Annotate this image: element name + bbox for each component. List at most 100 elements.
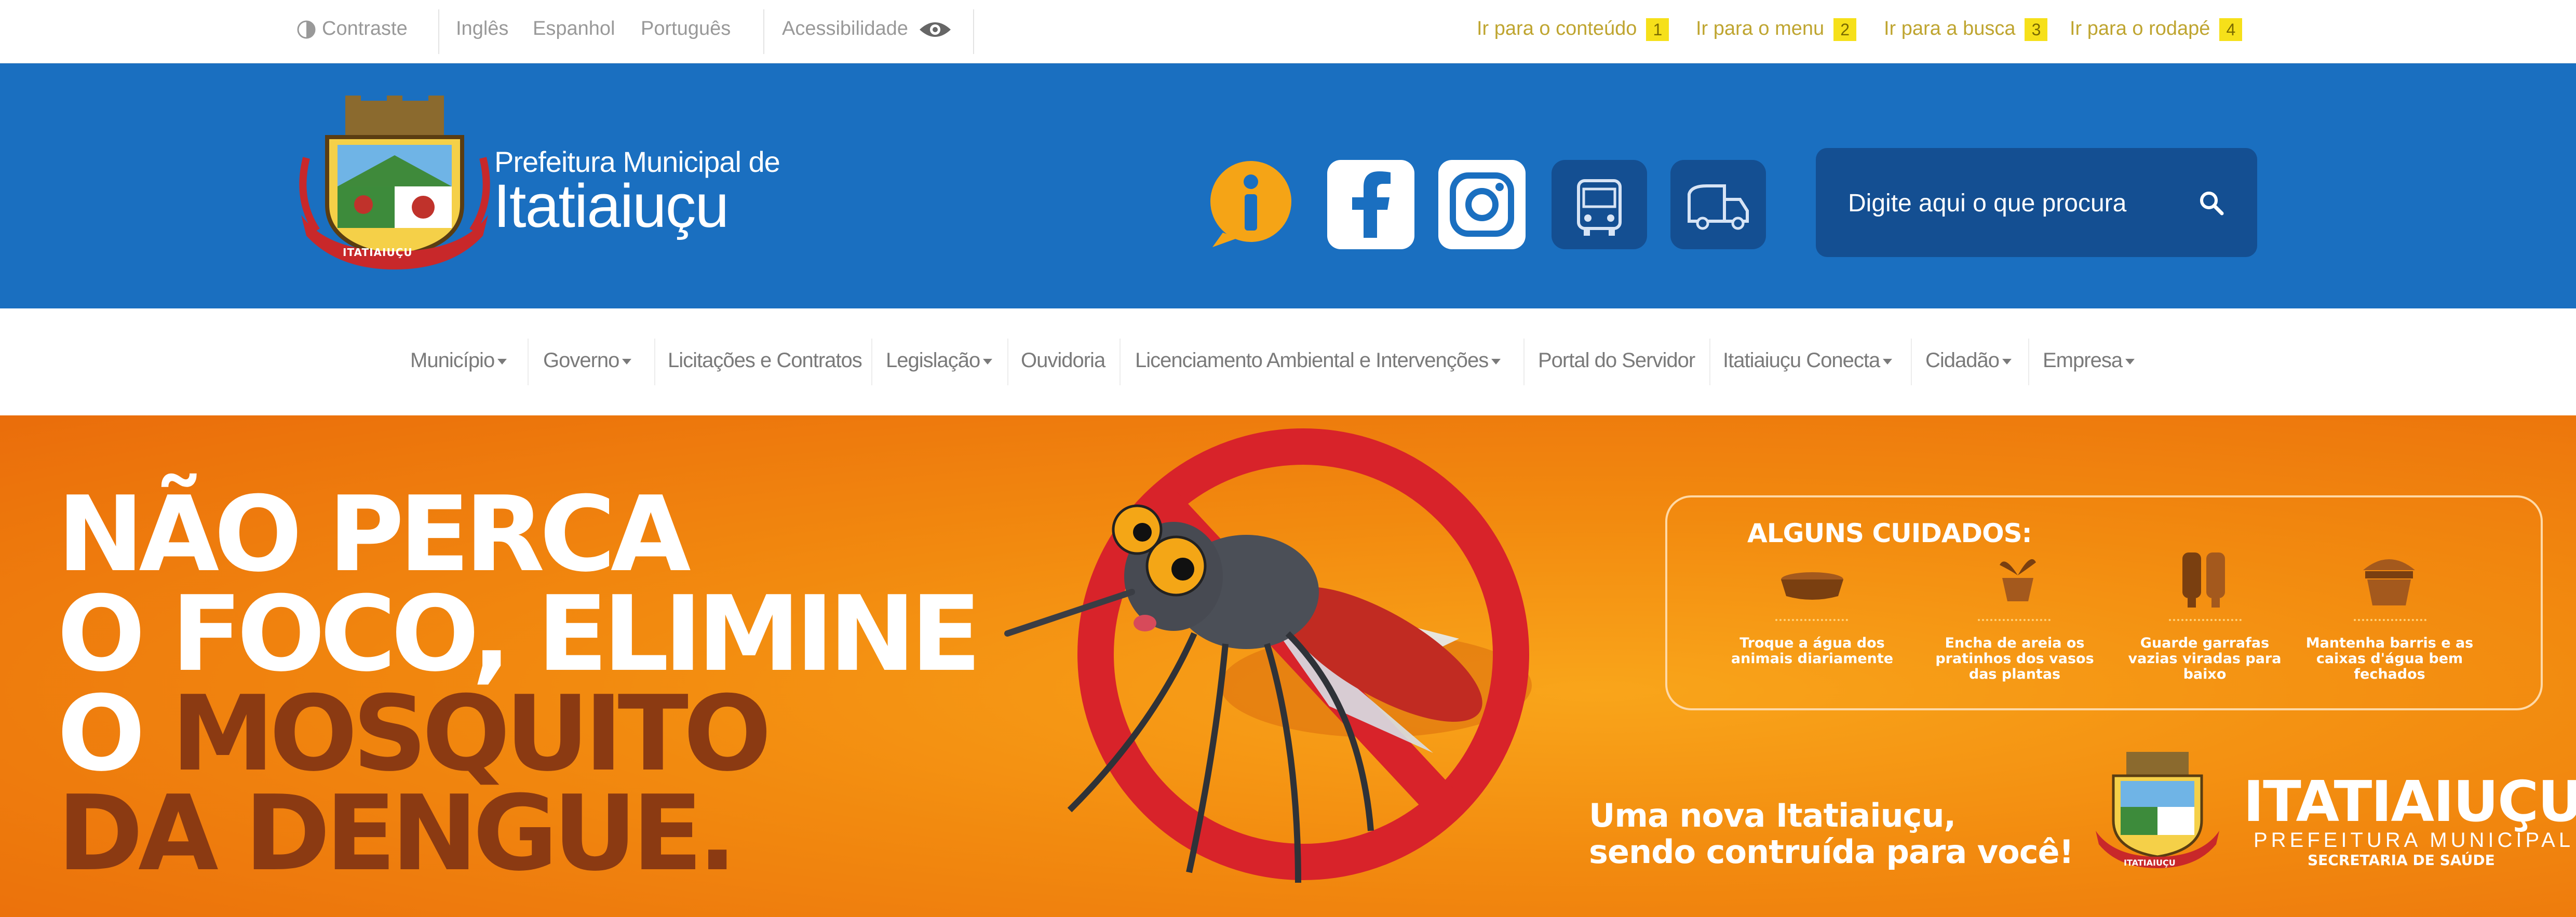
contrast-icon — [297, 20, 316, 39]
divider — [1523, 339, 1525, 385]
facebook-button[interactable] — [1327, 160, 1414, 249]
nav-item-portal-servidor[interactable]: Portal do Servidor — [1538, 349, 1695, 372]
care-tip-1-text: Troque a água dos animais diariamente — [1731, 635, 1894, 667]
skip-to-content-link[interactable]: Ir para o conteúdo 1 — [1477, 16, 1681, 42]
headline-line-3: O MOSQUITO — [57, 673, 772, 794]
info-icon — [1210, 161, 1291, 247]
nav-item-governo[interactable]: Governo — [543, 349, 632, 372]
water-bowl-icon — [1781, 572, 1843, 600]
instagram-button[interactable] — [1438, 160, 1526, 249]
divider — [1007, 339, 1008, 385]
care-tip-3-text: Guarde garrafas vazias viradas para baix… — [2128, 635, 2282, 682]
nav-item-cidadao[interactable]: Cidadão — [1925, 349, 2012, 372]
accessibility-label: Acessibilidade — [782, 18, 908, 39]
access-key-2: 2 — [1833, 18, 1857, 41]
nav-item-ouvidoria[interactable]: Ouvidoria — [1021, 349, 1105, 372]
municipal-crest-small-logo — [2096, 752, 2219, 868]
divider — [2354, 619, 2426, 621]
divider — [1120, 339, 1121, 385]
skip-label: Ir para o menu — [1696, 18, 1825, 39]
caret-down-icon — [983, 358, 993, 365]
nav-label: Ouvidoria — [1021, 349, 1105, 372]
divider — [1775, 619, 1848, 621]
divider — [1978, 619, 2051, 621]
nav-item-licenciamento[interactable]: Licenciamento Ambiental e Intervenções — [1135, 349, 1501, 372]
nav-label: Empresa — [2043, 349, 2123, 372]
headline-line-4: DA DENGUE. — [57, 773, 737, 894]
slogan-line-1: Uma nova Itatiaiuçu, — [1589, 797, 1956, 834]
caret-down-icon — [2125, 358, 2135, 365]
divider — [1709, 339, 1710, 385]
divider — [973, 9, 974, 54]
search-input[interactable] — [1847, 187, 2169, 219]
care-tip-2-text: Encha de areia os pratinhos dos vasos da… — [1935, 635, 2094, 682]
brand-department: SECRETARIA DE SAÚDE — [2308, 852, 2495, 869]
site-header: ITATIAIUÇU Prefeitura Municipal de Itati… — [0, 63, 2576, 308]
access-key-3: 3 — [2025, 18, 2048, 41]
logo-title-line2: Itatiaiuçu — [493, 172, 729, 240]
care-tips-title: ALGUNS CUIDADOS: — [1747, 518, 2032, 548]
nav-item-itatiaiucu-conecta[interactable]: Itatiaiuçu Conecta — [1723, 349, 1893, 372]
skip-to-menu-link[interactable]: Ir para o menu 2 — [1696, 16, 1869, 42]
care-tips-box: ALGUNS CUIDADOS: Troque a água dos anima… — [1665, 495, 2543, 710]
access-key-4: 4 — [2219, 18, 2243, 41]
nav-label: Governo — [543, 349, 619, 372]
nav-label: Legislação — [886, 349, 980, 372]
divider — [438, 9, 439, 54]
divider — [1911, 339, 1912, 385]
barrel-icon — [2363, 559, 2415, 605]
truck-button[interactable] — [1670, 160, 1766, 249]
facebook-icon — [1352, 171, 1391, 238]
instagram-icon — [1450, 172, 1514, 237]
brand-subtitle: PREFEITURA MUNICIPAL — [2254, 829, 2574, 852]
headline-line-1: NÃO PERCA — [57, 474, 691, 595]
nav-item-licitacoes[interactable]: Licitações e Contratos — [668, 349, 862, 372]
nav-label: Portal do Servidor — [1538, 349, 1695, 372]
accessibility-link[interactable]: Acessibilidade — [782, 16, 952, 42]
mosquito-prohibition-illustration — [1004, 428, 1532, 883]
headline-line-2: O FOCO, ELIMINE — [57, 574, 981, 695]
contrast-toggle[interactable]: Contraste — [296, 16, 408, 42]
divider — [528, 339, 529, 385]
caret-down-icon — [2002, 358, 2012, 365]
caret-down-icon — [622, 358, 632, 365]
nav-item-municipio[interactable]: Município — [410, 349, 507, 372]
bus-button[interactable] — [1552, 160, 1647, 249]
eye-icon — [920, 22, 951, 37]
language-english-link[interactable]: Inglês — [456, 16, 508, 42]
care-tip-4-text: Mantenha barris e as caixas d'água bem f… — [2305, 635, 2474, 682]
main-navigation: Município Governo Licitações e Contratos… — [0, 308, 2576, 415]
caret-down-icon — [1883, 358, 1893, 365]
divider — [763, 9, 764, 54]
skip-label: Ir para o conteúdo — [1477, 18, 1637, 39]
skip-to-search-link[interactable]: Ir para a busca 3 — [1884, 16, 2060, 42]
plant-pot-icon — [2000, 559, 2036, 601]
dengue-campaign-banner[interactable]: NÃO PERCA O FOCO, ELIMINE O MOSQUITO DA … — [0, 415, 2576, 917]
municipal-crest-logo[interactable] — [296, 96, 493, 272]
language-portuguese-link[interactable]: Português — [641, 16, 731, 42]
nav-item-empresa[interactable]: Empresa — [2043, 349, 2135, 372]
nav-label: Licitações e Contratos — [668, 349, 862, 372]
contrast-label: Contraste — [322, 18, 408, 39]
search-icon[interactable] — [2198, 190, 2225, 217]
top-utility-bar: Contraste Inglês Espanhol Português Aces… — [0, 0, 2576, 63]
nav-label: Município — [410, 349, 495, 372]
divider — [654, 339, 655, 385]
language-spanish-link[interactable]: Espanhol — [533, 16, 615, 42]
brand-name: ITATIAIUÇU — [2243, 770, 2576, 834]
skip-label: Ir para o rodapé — [2070, 18, 2210, 39]
nav-label: Cidadão — [1925, 349, 2000, 372]
nav-item-legislacao[interactable]: Legislação — [886, 349, 993, 372]
info-icon-button[interactable] — [1207, 160, 1294, 249]
slogan-line-2: sendo contruída para você! — [1589, 833, 2074, 871]
divider — [2169, 619, 2242, 621]
bottles-icon — [2182, 552, 2225, 608]
divider — [871, 339, 872, 385]
crest-ribbon-text-small: ITATIAIUÇU — [2124, 858, 2176, 868]
bus-icon — [1577, 179, 1622, 236]
nav-label: Itatiaiuçu Conecta — [1723, 349, 1880, 372]
access-key-1: 1 — [1646, 18, 1669, 41]
divider — [2028, 339, 2029, 385]
crest-ribbon-text: ITATIAIUÇU — [343, 246, 413, 259]
skip-to-footer-link[interactable]: Ir para o rodapé 4 — [2070, 16, 2255, 42]
